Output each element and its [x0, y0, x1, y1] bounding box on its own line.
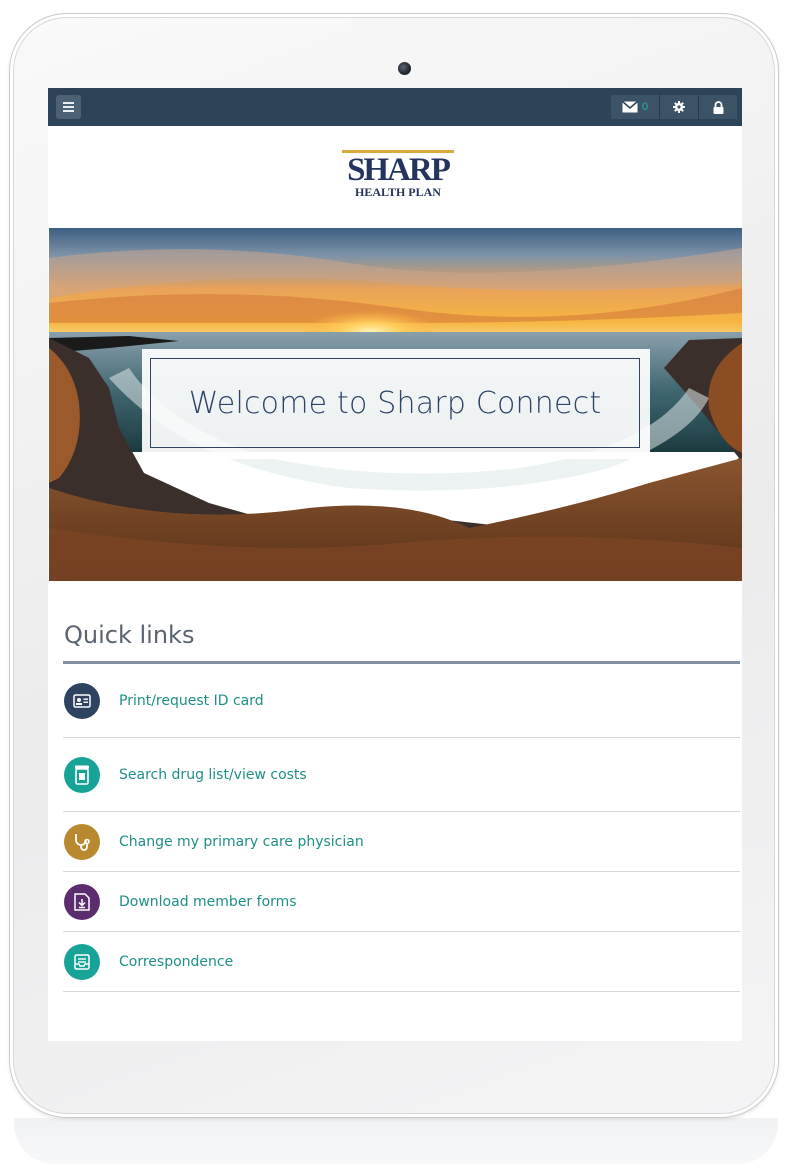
front-camera — [398, 62, 411, 75]
sharp-health-plan-logo[interactable]: SHARP HEALTH PLAN — [342, 150, 454, 206]
hero-banner: Welcome to Sharp Connect — [49, 228, 742, 581]
welcome-panel: Welcome to Sharp Connect — [142, 349, 650, 459]
quick-link-label: Change my primary care physician — [119, 833, 364, 850]
quick-links-heading: Quick links — [64, 621, 195, 649]
envelope-icon — [621, 101, 638, 113]
top-navigation-bar: 0 — [48, 88, 742, 126]
lock-icon — [713, 100, 723, 114]
quick-link-id-card[interactable]: Print/request ID card — [63, 664, 740, 738]
prescription-icon — [64, 756, 100, 793]
quick-link-label: Search drug list/view costs — [119, 766, 307, 783]
logo-subtitle: HEALTH PLAN — [355, 185, 441, 199]
settings-button[interactable] — [660, 95, 699, 119]
stethoscope-icon — [64, 823, 100, 860]
quick-links-list: Print/request ID card Search drug list/v… — [63, 664, 740, 992]
quick-link-label: Correspondence — [119, 953, 234, 970]
logout-button[interactable] — [699, 95, 737, 119]
quick-link-correspondence[interactable]: Correspondence — [63, 932, 740, 992]
quick-link-label: Download member forms — [119, 893, 297, 910]
hamburger-menu-icon[interactable] — [56, 95, 81, 119]
quick-link-drug-list[interactable]: Search drug list/view costs — [63, 738, 740, 812]
quick-link-primary-care[interactable]: Change my primary care physician — [63, 812, 740, 872]
logo-wordmark: SHARP — [347, 152, 451, 188]
messages-button[interactable]: 0 — [611, 95, 660, 119]
download-form-icon — [64, 883, 100, 920]
id-card-icon — [64, 682, 100, 719]
app-screen: 0 SHARP HEALTH PLAN Welcome to Sharp Con… — [48, 88, 742, 1041]
unread-count-badge: 0 — [641, 101, 649, 113]
welcome-heading: Welcome to Sharp Connect — [150, 358, 640, 448]
quick-link-label: Print/request ID card — [119, 692, 264, 709]
mail-tray-icon — [64, 943, 100, 980]
quick-link-member-forms[interactable]: Download member forms — [63, 872, 740, 932]
gear-icon — [673, 101, 685, 113]
floor-reflection — [14, 1118, 778, 1164]
